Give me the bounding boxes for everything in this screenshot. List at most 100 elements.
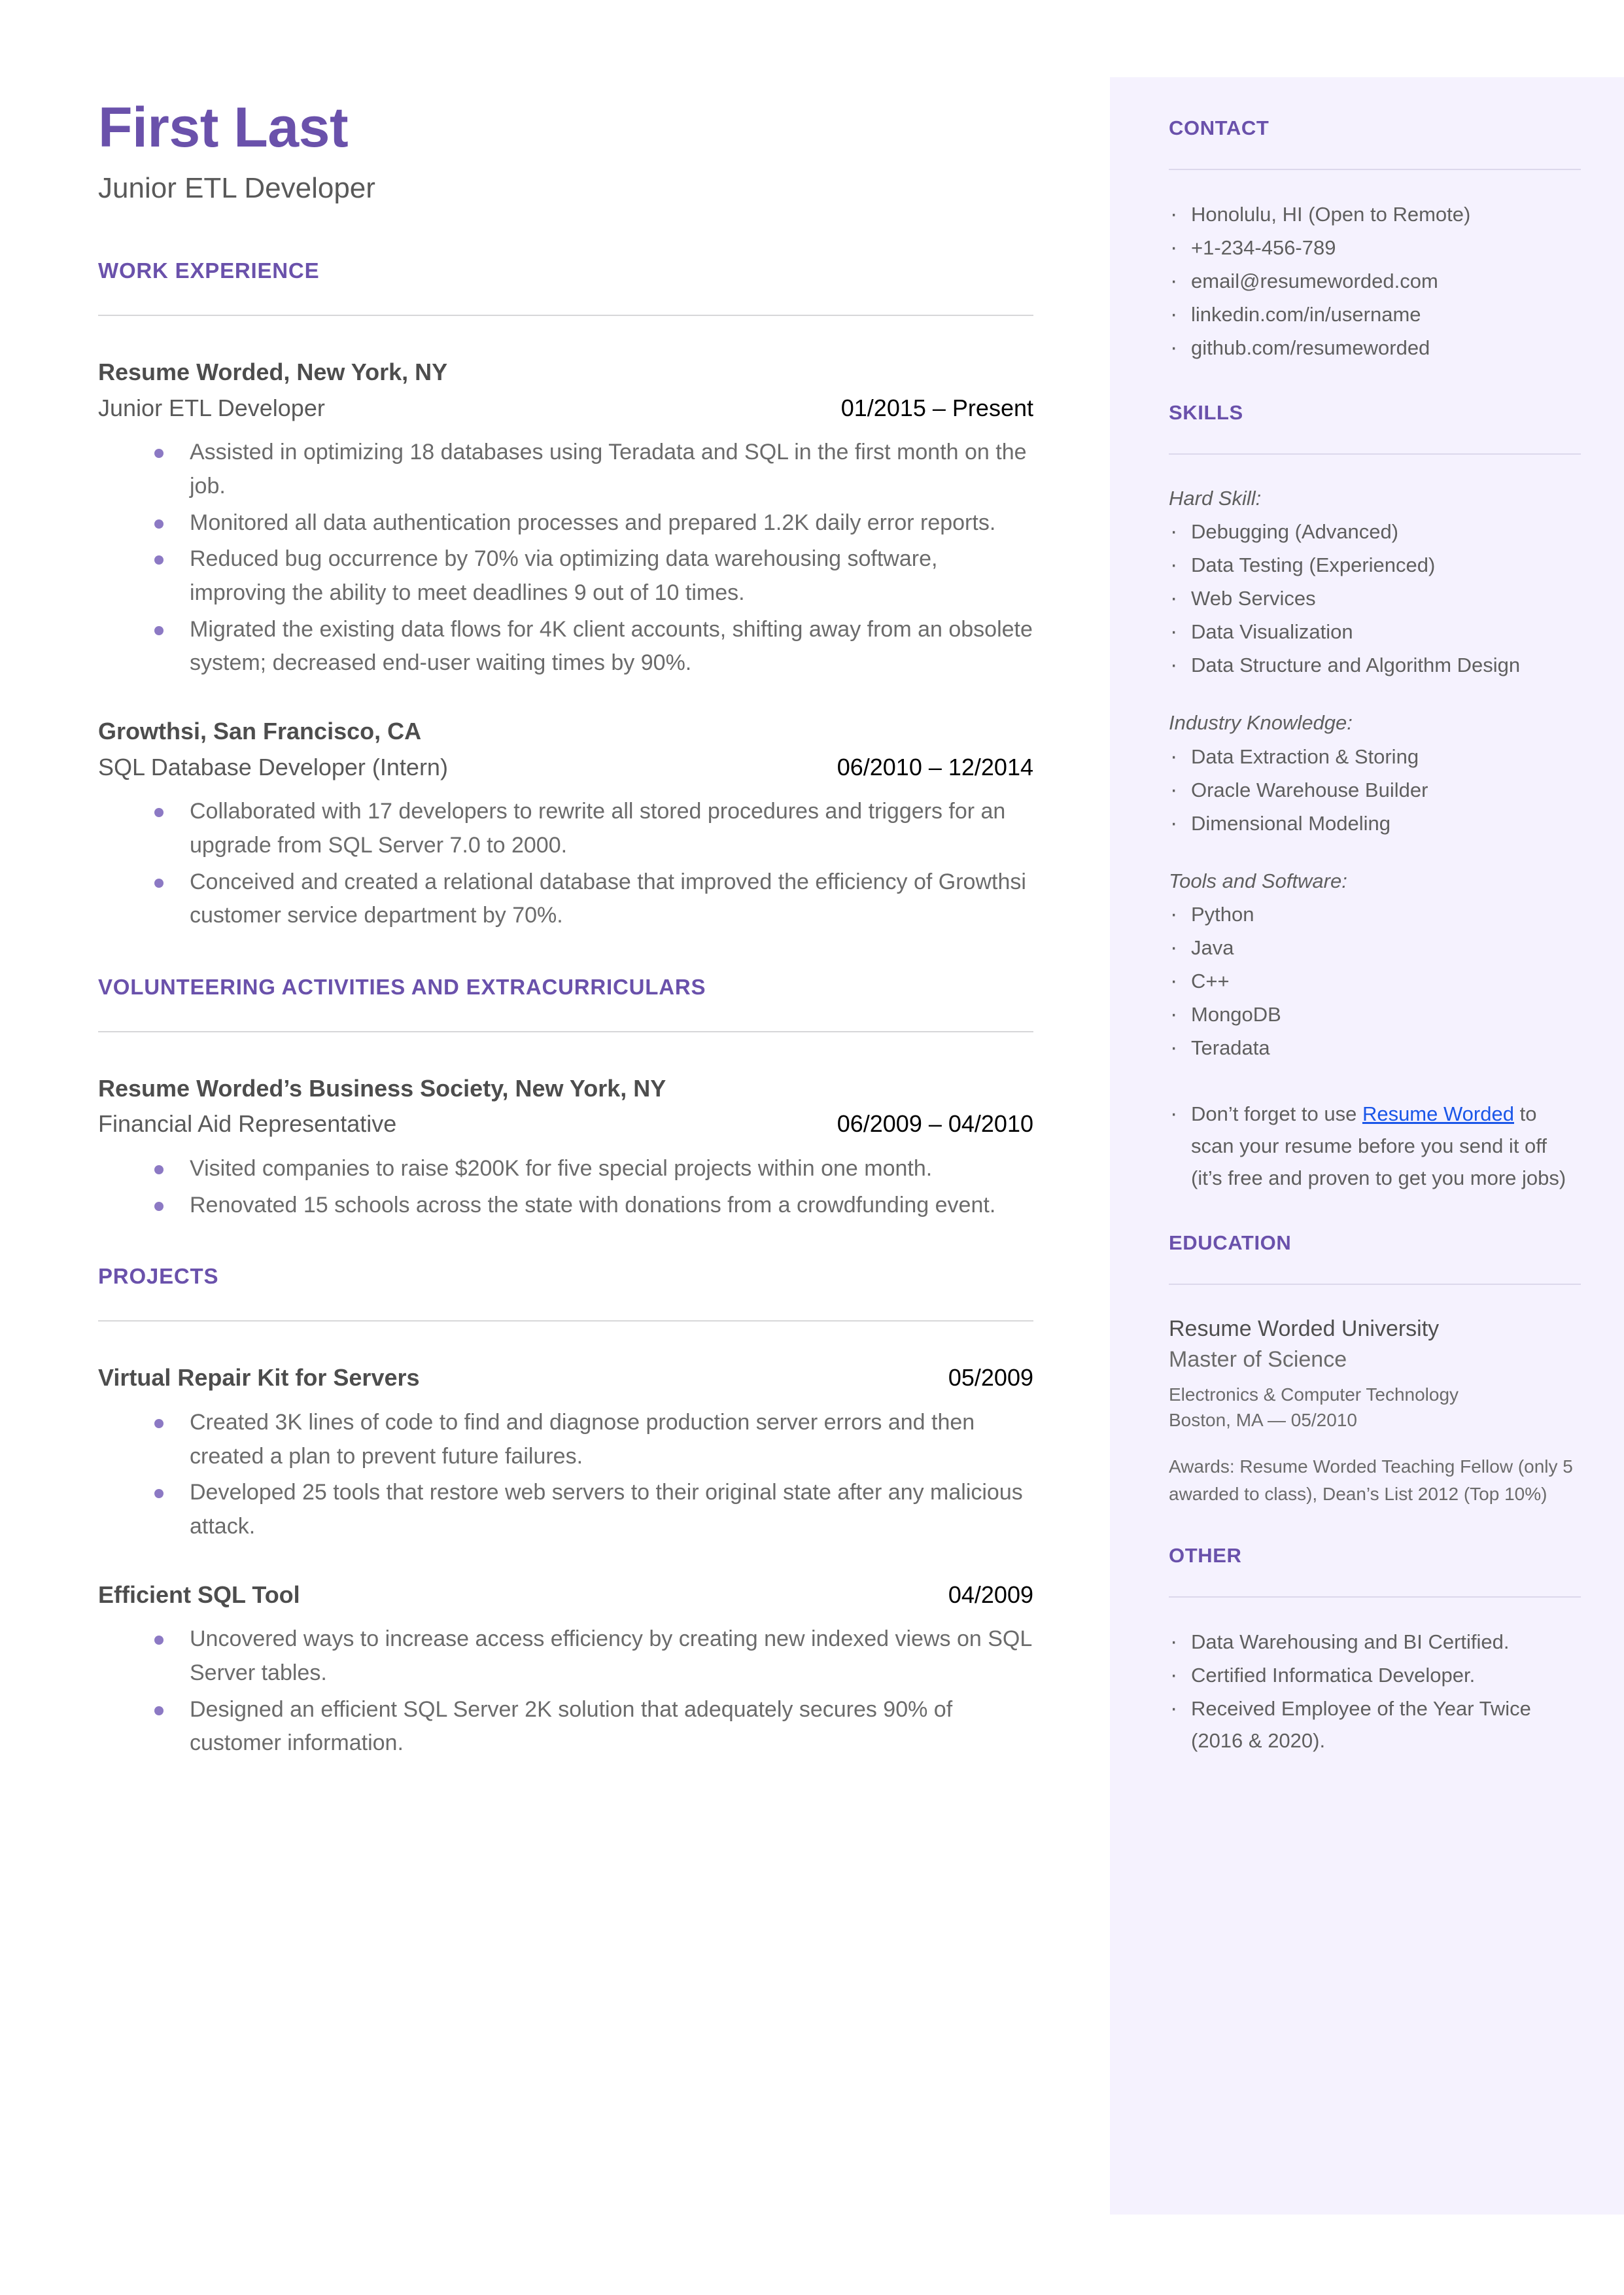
work-entry-org: Growthsi, San Francisco, CA bbox=[98, 717, 422, 745]
skills-group-list: Python Java C++ MongoDB Teradata bbox=[1169, 897, 1581, 1066]
project-entry: Virtual Repair Kit for Servers 05/2009 C… bbox=[98, 1362, 1033, 1543]
list-item: linkedin.com/in/username bbox=[1169, 297, 1581, 332]
education-field: Electronics & Computer Technology bbox=[1169, 1384, 1459, 1405]
list-item: Created 3K lines of code to find and dia… bbox=[149, 1406, 1033, 1473]
volunteering-divider bbox=[98, 1030, 1033, 1032]
projects-heading: PROJECTS bbox=[98, 1264, 219, 1289]
list-item: Conceived and created a relational datab… bbox=[149, 866, 1033, 933]
education-heading: EDUCATION bbox=[1169, 1231, 1292, 1254]
list-item: email@resumeworded.com bbox=[1169, 264, 1581, 299]
list-item: Data Structure and Algorithm Design bbox=[1169, 648, 1581, 683]
list-item: Assisted in optimizing 18 databases usin… bbox=[149, 436, 1033, 503]
main-column: First Last Junior ETL Developer WORK EXP… bbox=[98, 98, 1033, 1802]
work-entry-bullets: Collaborated with 17 developers to rewri… bbox=[98, 795, 1033, 933]
project-entry-row: Virtual Repair Kit for Servers 05/2009 bbox=[98, 1362, 1033, 1394]
volunteering-entry-bullets: Visited companies to raise $200K for fiv… bbox=[98, 1152, 1033, 1222]
headline-subtitle: Junior ETL Developer bbox=[98, 172, 375, 205]
list-item: Honolulu, HI (Open to Remote) bbox=[1169, 197, 1581, 232]
promo-note-prefix: Don’t forget to use bbox=[1191, 1102, 1362, 1125]
sidebar-section-education: EDUCATION Resume Worded University Maste… bbox=[1169, 1231, 1581, 1507]
list-item: Data Testing (Experienced) bbox=[1169, 548, 1581, 583]
list-item: Data Extraction & Storing bbox=[1169, 739, 1581, 775]
project-date: 04/2009 bbox=[948, 1581, 1033, 1608]
education-school: Resume Worded University bbox=[1169, 1316, 1440, 1341]
resume-worded-link[interactable]: Resume Worded bbox=[1362, 1102, 1514, 1125]
project-bullets: Created 3K lines of code to find and dia… bbox=[98, 1406, 1033, 1544]
work-entry-role: SQL Database Developer (Intern) bbox=[98, 753, 448, 780]
skills-group-label: Tools and Software: bbox=[1169, 869, 1347, 892]
education-location-date: Boston, MA — 05/2010 bbox=[1169, 1410, 1357, 1431]
sidebar-section-contact: CONTACT Honolulu, HI (Open to Remote) +1… bbox=[1169, 116, 1581, 366]
project-entry: Efficient SQL Tool 04/2009 Uncovered way… bbox=[98, 1579, 1033, 1761]
sidebar-section-skills: SKILLS Hard Skill: Debugging (Advanced) … bbox=[1169, 401, 1581, 1195]
volunteering-heading: VOLUNTEERING ACTIVITIES AND EXTRACURRICU… bbox=[98, 974, 706, 999]
list-item: Python bbox=[1169, 897, 1581, 932]
skills-group-tools-and-software: Tools and Software: Python Java C++ Mong… bbox=[1169, 866, 1581, 1066]
list-item: MongoDB bbox=[1169, 997, 1581, 1032]
list-item: Visited companies to raise $200K for fiv… bbox=[149, 1152, 1033, 1186]
volunteering-entry-date: 06/2009 – 04/2010 bbox=[837, 1110, 1033, 1138]
skills-group-hard-skill: Hard Skill: Debugging (Advanced) Data Te… bbox=[1169, 483, 1581, 683]
list-item: Developed 25 tools that restore web serv… bbox=[149, 1476, 1033, 1543]
volunteering-entry-row: Financial Aid Representative 06/2009 – 0… bbox=[98, 1108, 1033, 1140]
work-entry-row: Junior ETL Developer 01/2015 – Present bbox=[98, 393, 1033, 425]
skills-group-label: Hard Skill: bbox=[1169, 486, 1262, 510]
volunteering-entry: Resume Worded’s Business Society, New Yo… bbox=[98, 1073, 1033, 1223]
work-entry: Growthsi, San Francisco, CA SQL Database… bbox=[98, 716, 1033, 933]
resume-page: CONTACT Honolulu, HI (Open to Remote) +1… bbox=[0, 0, 1624, 2295]
list-item: Designed an efficient SQL Server 2K solu… bbox=[149, 1693, 1033, 1761]
contact-divider bbox=[1169, 169, 1581, 170]
projects-divider bbox=[98, 1320, 1033, 1322]
skills-group-list: Debugging (Advanced) Data Testing (Exper… bbox=[1169, 514, 1581, 683]
work-entry-bullets: Assisted in optimizing 18 databases usin… bbox=[98, 436, 1033, 680]
list-item: Reduced bug occurrence by 70% via optimi… bbox=[149, 542, 1033, 610]
project-name: Efficient SQL Tool bbox=[98, 1581, 300, 1608]
list-item: Dimensional Modeling bbox=[1169, 806, 1581, 841]
project-date: 05/2009 bbox=[948, 1364, 1033, 1392]
list-item: Java bbox=[1169, 930, 1581, 966]
list-item: Certified Informatica Developer. bbox=[1169, 1658, 1581, 1693]
other-divider bbox=[1169, 1596, 1581, 1598]
volunteering-entry-role: Financial Aid Representative bbox=[98, 1110, 397, 1138]
skills-divider bbox=[1169, 453, 1581, 455]
list-item: Data Warehousing and BI Certified. bbox=[1169, 1624, 1581, 1660]
work-entry-date: 06/2010 – 12/2014 bbox=[837, 753, 1033, 780]
education-divider bbox=[1169, 1283, 1581, 1285]
contact-heading: CONTACT bbox=[1169, 116, 1270, 139]
work-entry-role: Junior ETL Developer bbox=[98, 394, 325, 421]
project-entry-row: Efficient SQL Tool 04/2009 bbox=[98, 1579, 1033, 1611]
list-item: Data Visualization bbox=[1169, 614, 1581, 650]
page-title: First Last bbox=[98, 96, 349, 159]
list-item: Teradata bbox=[1169, 1030, 1581, 1066]
other-heading: OTHER bbox=[1169, 1544, 1242, 1568]
work-experience-heading: WORK EXPERIENCE bbox=[98, 258, 320, 283]
skills-group-industry-knowledge: Industry Knowledge: Data Extraction & St… bbox=[1169, 708, 1581, 841]
list-item: +1-234-456-789 bbox=[1169, 230, 1581, 266]
work-entry-date: 01/2015 – Present bbox=[840, 394, 1033, 421]
work-entry-row: SQL Database Developer (Intern) 06/2010 … bbox=[98, 752, 1033, 784]
skills-heading: SKILLS bbox=[1169, 400, 1243, 424]
sidebar-section-other: OTHER Data Warehousing and BI Certified.… bbox=[1169, 1544, 1581, 1757]
project-name: Virtual Repair Kit for Servers bbox=[98, 1364, 420, 1392]
list-item: C++ bbox=[1169, 964, 1581, 999]
list-item: Migrated the existing data flows for 4K … bbox=[149, 613, 1033, 680]
work-entry: Resume Worded, New York, NY Junior ETL D… bbox=[98, 357, 1033, 680]
skills-group-label: Industry Knowledge: bbox=[1169, 711, 1353, 735]
work-entry-org: Resume Worded, New York, NY bbox=[98, 359, 448, 386]
section-volunteering: VOLUNTEERING ACTIVITIES AND EXTRACURRICU… bbox=[98, 975, 1033, 1223]
work-experience-divider bbox=[98, 315, 1033, 317]
list-item: Renovated 15 schools across the state wi… bbox=[149, 1189, 1033, 1223]
project-bullets: Uncovered ways to increase access effici… bbox=[98, 1622, 1033, 1761]
list-item: Received Employee of the Year Twice (201… bbox=[1169, 1691, 1581, 1757]
list-item: Uncovered ways to increase access effici… bbox=[149, 1622, 1033, 1690]
education-awards: Awards: Resume Worded Teaching Fellow (o… bbox=[1169, 1456, 1573, 1504]
section-work-experience: WORK EXPERIENCE Resume Worded, New York,… bbox=[98, 258, 1033, 933]
sidebar-panel: CONTACT Honolulu, HI (Open to Remote) +1… bbox=[1110, 77, 1624, 2215]
list-item: github.com/resumeworded bbox=[1169, 330, 1581, 366]
list-item: Web Services bbox=[1169, 581, 1581, 616]
education-degree: Master of Science bbox=[1169, 1346, 1347, 1372]
other-list: Data Warehousing and BI Certified. Certi… bbox=[1169, 1624, 1581, 1757]
list-item: Monitored all data authentication proces… bbox=[149, 506, 1033, 540]
skills-group-list: Data Extraction & Storing Oracle Warehou… bbox=[1169, 739, 1581, 841]
list-item: Oracle Warehouse Builder bbox=[1169, 773, 1581, 808]
